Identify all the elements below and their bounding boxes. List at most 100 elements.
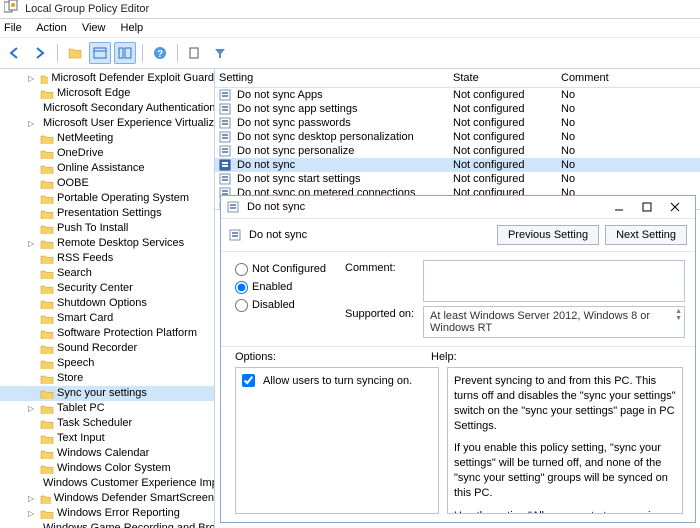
tree-item-label: OOBE bbox=[57, 176, 89, 191]
tree-item[interactable]: Push To Install bbox=[0, 221, 214, 236]
list-row[interactable]: Do not sync app settingsNot configuredNo bbox=[215, 102, 700, 116]
setting-state: Not configured bbox=[453, 172, 561, 186]
tree-item[interactable]: Windows Color System bbox=[0, 461, 214, 476]
tree-item[interactable]: NetMeeting bbox=[0, 131, 214, 146]
folder-icon bbox=[40, 403, 54, 414]
setting-comment: No bbox=[561, 102, 700, 116]
expand-icon[interactable]: ▷ bbox=[28, 240, 34, 248]
tree-item[interactable]: ▷Microsoft User Experience Virtualizatio… bbox=[0, 116, 214, 131]
tree-item[interactable]: Microsoft Secondary Authentication Fa bbox=[0, 101, 214, 116]
dialog-head-icon bbox=[229, 229, 243, 241]
menu-help[interactable]: Help bbox=[121, 22, 144, 34]
close-button[interactable] bbox=[661, 197, 689, 217]
radio-disabled[interactable]: Disabled bbox=[235, 296, 335, 314]
col-comment[interactable]: Comment bbox=[561, 71, 700, 85]
toolbar-btn-a[interactable] bbox=[89, 42, 111, 64]
tree-item[interactable]: Store bbox=[0, 371, 214, 386]
setting-name: Do not sync start settings bbox=[237, 172, 361, 186]
tree-item[interactable]: Smart Card bbox=[0, 311, 214, 326]
setting-name: Do not sync bbox=[237, 158, 295, 172]
setting-name: Do not sync passwords bbox=[237, 116, 351, 130]
col-state[interactable]: State bbox=[453, 71, 561, 85]
tree-item[interactable]: Text Input bbox=[0, 431, 214, 446]
list-row[interactable]: Do not sync personalizeNot configuredNo bbox=[215, 144, 700, 158]
tree-item[interactable]: ▷Windows Defender SmartScreen bbox=[0, 491, 214, 506]
expand-icon[interactable]: ▷ bbox=[28, 120, 34, 128]
tree-item-label: Microsoft Defender Exploit Guard bbox=[51, 71, 214, 86]
maximize-button[interactable] bbox=[633, 197, 661, 217]
tree-item[interactable]: Windows Game Recording and Broadca bbox=[0, 521, 214, 528]
tree-item[interactable]: Search bbox=[0, 266, 214, 281]
previous-setting-button[interactable]: Previous Setting bbox=[497, 225, 599, 245]
next-setting-button[interactable]: Next Setting bbox=[605, 225, 687, 245]
tree-item[interactable]: Windows Calendar bbox=[0, 446, 214, 461]
col-setting[interactable]: Setting bbox=[219, 71, 453, 85]
supported-on-field: At least Windows Server 2012, Windows 8 … bbox=[423, 306, 685, 338]
folder-icon bbox=[40, 388, 54, 399]
tree-item-label: Windows Color System bbox=[57, 461, 171, 476]
expand-icon[interactable]: ▷ bbox=[28, 405, 34, 413]
tree-item-label: Remote Desktop Services bbox=[57, 236, 184, 251]
tree-item[interactable]: Security Center bbox=[0, 281, 214, 296]
toolbar-btn-c[interactable] bbox=[184, 42, 206, 64]
comment-field[interactable] bbox=[423, 260, 685, 302]
back-button[interactable] bbox=[4, 42, 26, 64]
tree-item[interactable]: Task Scheduler bbox=[0, 416, 214, 431]
tree-item[interactable]: Microsoft Edge bbox=[0, 86, 214, 101]
tree-item-label: Task Scheduler bbox=[57, 416, 132, 431]
expand-icon[interactable]: ▷ bbox=[28, 510, 34, 518]
up-button[interactable] bbox=[64, 42, 86, 64]
folder-icon bbox=[40, 373, 54, 384]
toolbar-separator bbox=[142, 44, 143, 62]
tree-item[interactable]: ▷ Windows Error Reporting bbox=[0, 506, 214, 521]
list-row[interactable]: Do not sync desktop personalizationNot c… bbox=[215, 130, 700, 144]
menu-view[interactable]: View bbox=[82, 22, 106, 34]
tree-item[interactable]: OOBE bbox=[0, 176, 214, 191]
tree-item-label: Windows Error Reporting bbox=[57, 506, 180, 521]
tree-item[interactable]: Portable Operating System bbox=[0, 191, 214, 206]
setting-comment: No bbox=[561, 144, 700, 158]
list-row[interactable]: Do not sync passwordsNot configuredNo bbox=[215, 116, 700, 130]
toolbar-separator bbox=[177, 44, 178, 62]
forward-button[interactable] bbox=[29, 42, 51, 64]
tree-item[interactable]: Shutdown Options bbox=[0, 296, 214, 311]
state-radio-group: Not Configured Enabled Disabled bbox=[235, 260, 335, 342]
tree-item[interactable]: RSS Feeds bbox=[0, 251, 214, 266]
toolbar-btn-b[interactable] bbox=[114, 42, 136, 64]
menu-file[interactable]: File bbox=[4, 22, 22, 34]
expand-icon[interactable]: ▷ bbox=[28, 495, 34, 503]
list-row[interactable]: Do not syncNot configuredNo bbox=[215, 158, 700, 172]
folder-icon bbox=[40, 133, 54, 144]
setting-state: Not configured bbox=[453, 130, 561, 144]
folder-icon bbox=[40, 208, 54, 219]
tree-item[interactable]: Windows Customer Experience Improv bbox=[0, 476, 214, 491]
help-button[interactable]: ? bbox=[149, 42, 171, 64]
expand-icon[interactable]: ▷ bbox=[28, 75, 34, 83]
tree-item[interactable]: ▷ Remote Desktop Services bbox=[0, 236, 214, 251]
tree-item[interactable]: ▷ Microsoft Defender Exploit Guard bbox=[0, 71, 214, 86]
settings-list[interactable]: Setting State Comment Do not sync AppsNo… bbox=[215, 69, 700, 210]
tree-item[interactable]: Speech bbox=[0, 356, 214, 371]
tree-view[interactable]: ▷Microsoft Defender Exploit GuardMicroso… bbox=[0, 69, 215, 528]
radio-not-configured[interactable]: Not Configured bbox=[235, 260, 335, 278]
tree-item-label: Tablet PC bbox=[57, 401, 105, 416]
list-row[interactable]: Do not sync start settings Not configured… bbox=[215, 172, 700, 186]
tree-item-label: Windows Calendar bbox=[57, 446, 149, 461]
tree-item[interactable]: Software Protection Platform bbox=[0, 326, 214, 341]
tree-item[interactable]: OneDrive bbox=[0, 146, 214, 161]
tree-item[interactable]: Online Assistance bbox=[0, 161, 214, 176]
svg-text:?: ? bbox=[157, 49, 163, 60]
tree-item[interactable]: Sound Recorder bbox=[0, 341, 214, 356]
minimize-button[interactable] bbox=[605, 197, 633, 217]
allow-syncing-checkbox[interactable]: Allow users to turn syncing on. bbox=[242, 374, 432, 387]
filter-button[interactable] bbox=[209, 42, 231, 64]
tree-item[interactable]: Presentation Settings bbox=[0, 206, 214, 221]
folder-icon bbox=[40, 433, 54, 444]
dialog-icon bbox=[227, 201, 241, 213]
radio-enabled[interactable]: Enabled bbox=[235, 278, 335, 296]
tree-item[interactable]: ▷ Tablet PC bbox=[0, 401, 214, 416]
list-row[interactable]: Do not sync AppsNot configuredNo bbox=[215, 88, 700, 102]
menu-action[interactable]: Action bbox=[36, 22, 67, 34]
spin-buttons[interactable]: ▲▼ bbox=[675, 308, 682, 322]
tree-item[interactable]: Sync your settings bbox=[0, 386, 214, 401]
